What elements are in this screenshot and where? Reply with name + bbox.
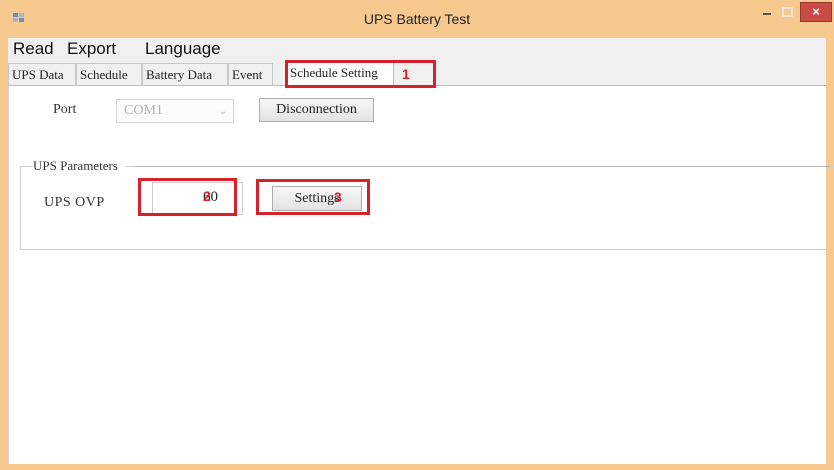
group-title: UPS Parameters <box>33 158 126 174</box>
disconnection-button[interactable]: Disconnection <box>259 98 374 122</box>
group-title-divider <box>135 166 830 167</box>
maximize-button[interactable] <box>778 4 798 22</box>
port-label: Port <box>53 102 77 117</box>
menu-export[interactable]: Export <box>67 39 116 59</box>
tab-ups-data[interactable]: UPS Data <box>8 63 76 85</box>
port-select[interactable]: COM1 ⌄ <box>116 99 234 123</box>
tab-battery-data[interactable]: Battery Data <box>142 63 228 85</box>
menu-bar: Read Export Language <box>8 38 826 60</box>
tab-event[interactable]: Event <box>228 63 273 85</box>
annotation-box-3 <box>256 179 370 215</box>
app-window: UPS Battery Test × Read Export Language … <box>0 0 834 470</box>
port-value: COM1 <box>124 103 163 118</box>
chevron-down-icon: ⌄ <box>218 106 227 117</box>
tab-schedule[interactable]: Schedule <box>76 63 142 85</box>
ups-ovp-label: UPS OVP <box>44 195 105 210</box>
close-icon: × <box>812 4 820 19</box>
window-title: UPS Battery Test <box>363 11 471 27</box>
annotation-marker-3: 3 <box>334 189 342 205</box>
schedule-setting-page: Port COM1 ⌄ Disconnection UPS Parameters… <box>8 86 834 464</box>
title-bar[interactable]: UPS Battery Test × <box>0 0 834 38</box>
annotation-marker-2: 2 <box>203 188 211 204</box>
client-area: Read Export Language UPS Data Schedule B… <box>8 38 834 464</box>
annotation-box-2 <box>138 178 237 216</box>
annotation-marker-1: 1 <box>402 66 410 82</box>
menu-read[interactable]: Read <box>13 39 54 59</box>
minimize-button[interactable] <box>756 6 778 22</box>
menu-language[interactable]: Language <box>145 39 221 59</box>
close-button[interactable]: × <box>800 2 832 22</box>
annotation-box-1 <box>285 60 436 88</box>
